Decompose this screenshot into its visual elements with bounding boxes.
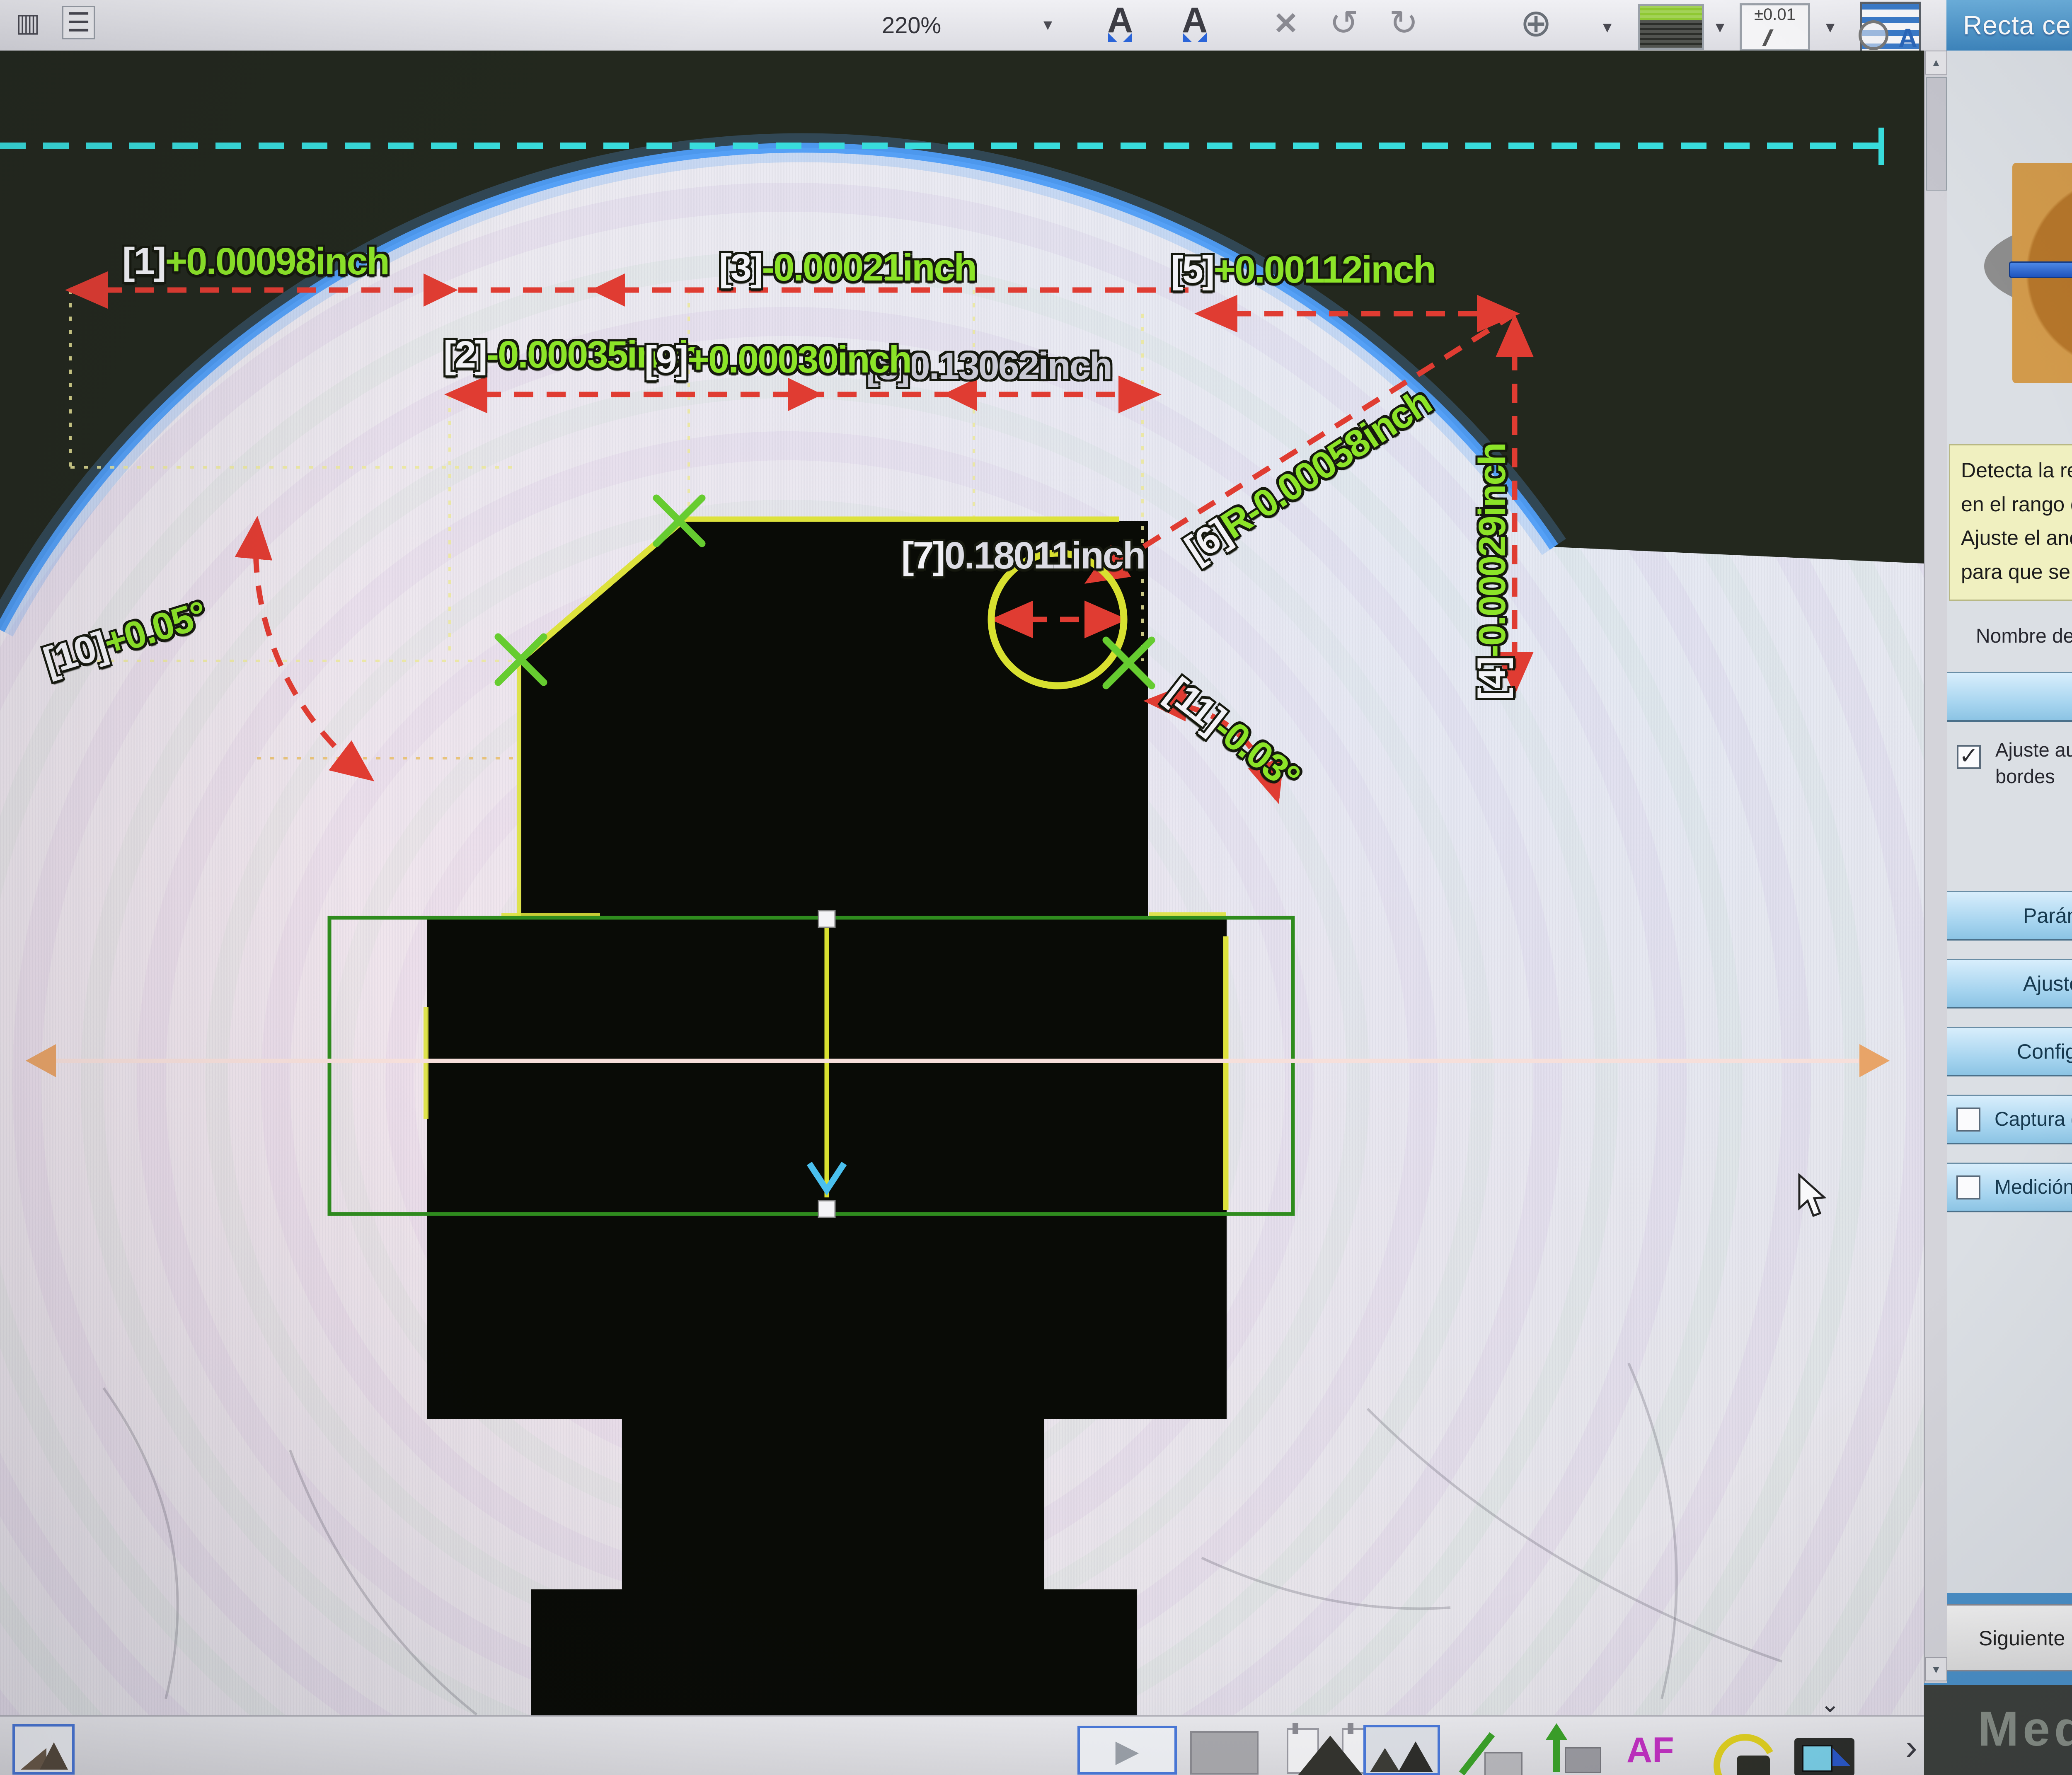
element-name-label: Nombre de elemento (1976, 625, 2072, 648)
description-line: Detecta la recta central del ob (1961, 454, 2072, 488)
description-box: Detecta la recta central del ob en el ra… (1949, 444, 2072, 601)
circle-tool-icon[interactable]: ⊕ (1520, 1, 1552, 45)
section-advanced-config[interactable]: Configuración avanzada de la (1946, 1027, 2072, 1076)
tolerance-dropdown-icon[interactable]: ▾ (1826, 17, 1835, 37)
measurement-label-5[interactable]: [5]+0.00112inch (1171, 251, 1435, 289)
font-increase-icon[interactable]: A (1182, 2, 1208, 38)
manual-measure-row[interactable]: Medición manual (1946, 1163, 2072, 1212)
zoom-dropdown-icon[interactable]: ▾ (1043, 14, 1052, 34)
auto-adjust-checkbox[interactable]: ✓ (1957, 745, 1981, 769)
measurement-label-1[interactable]: [1]+0.00098inch (122, 242, 389, 281)
mouse-cursor (1798, 1173, 1831, 1219)
measurement-label-3[interactable]: [3]-0.00021inch (719, 249, 976, 287)
measurement-label-4[interactable]: [4]-0.00029inch (1473, 443, 1511, 700)
list-icon[interactable]: ☰ (62, 6, 95, 39)
report-lens-icon (1859, 20, 1888, 50)
scroll-chevron-down-icon[interactable]: ⌄ (1820, 1690, 1840, 1718)
play-button[interactable]: ▶ (1077, 1726, 1177, 1775)
scrollbar-thumb[interactable] (1926, 77, 1947, 191)
lens-curve-icon[interactable] (1714, 1734, 1776, 1775)
redo-icon[interactable]: ↻ (1389, 2, 1418, 43)
edge-draw-icon[interactable] (1470, 1727, 1520, 1774)
report-icon[interactable]: A (1860, 2, 1921, 53)
font-decrease-icon[interactable]: A (1107, 2, 1133, 38)
description-line: Ajuste el ancho del rango de (1961, 521, 2072, 555)
image-view-icon[interactable] (1363, 1725, 1440, 1775)
expand-right-icon[interactable]: › (1905, 1727, 1917, 1768)
undo-icon[interactable]: ↺ (1329, 2, 1358, 43)
focus-capture-checkbox[interactable] (1956, 1108, 1980, 1132)
auto-adjust-label-line1: Ajuste automático de parámetro (1995, 738, 2072, 761)
description-line: en el rango de detección de b (1961, 488, 2072, 522)
camera-icon[interactable] (1794, 1738, 1854, 1775)
top-toolbar: ▥ ☰ 220% ▾ A A ✕ ↺ ↻ ⊕ ▾ ▾ ±0.01 ▾ A (0, 0, 1946, 52)
scroll-down-button[interactable]: ▼ (1925, 1657, 1947, 1681)
tolerance-icon[interactable]: ±0.01 (1740, 3, 1810, 51)
autofocus-icon[interactable]: AF (1627, 1730, 1674, 1771)
scroll-up-button[interactable]: ▲ (1925, 51, 1947, 75)
measurement-label-9[interactable]: [9]+0.00030inch (644, 341, 911, 379)
swatch-dropdown-icon[interactable]: ▾ (1716, 17, 1724, 37)
section-extraction-params[interactable]: Parámetros de extracción de (1946, 891, 2072, 941)
vertical-scrollbar[interactable]: ▲ ▼ (1924, 51, 1947, 1683)
focus-capture-row[interactable]: Captura de enfoque automát (1946, 1095, 2072, 1144)
measure-up-icon[interactable] (1542, 1723, 1596, 1775)
measurement-label-7[interactable]: [7]0.18011inch (901, 537, 1145, 575)
viewport-overlay (0, 51, 1924, 1715)
stop-button[interactable] (1190, 1731, 1259, 1775)
panel-title: Recta central (1946, 0, 2072, 51)
description-line: para que se incluyan ambos b (1961, 555, 2072, 589)
image-thumb-icon[interactable] (12, 1724, 75, 1775)
next-button[interactable]: Siguiente (1930, 1604, 2072, 1671)
manual-measure-checkbox[interactable] (1956, 1175, 1980, 1199)
measure-mode-label[interactable]: Medir (1978, 1701, 2072, 1757)
stage-illustration-centerline (2009, 261, 2072, 278)
film-icon[interactable]: ▥ (16, 7, 40, 38)
delete-icon[interactable]: ✕ (1273, 6, 1299, 41)
zoom-level[interactable]: 220% (882, 12, 941, 39)
measure-mode-area: Medir R (1924, 1685, 2072, 1775)
auto-adjust-label-line2: bordes (1995, 765, 2055, 788)
bottom-toolbar: ▶ AF (0, 1715, 1924, 1775)
fit-function-header[interactable]: Función de ajuste (1946, 672, 2072, 722)
mountain-icon (1297, 1736, 1363, 1775)
circle-tool-dropdown-icon[interactable]: ▾ (1603, 17, 1612, 37)
section-position-range[interactable]: Ajuste de la posición/rango p (1946, 959, 2072, 1008)
edge-swatch-icon[interactable] (1638, 4, 1704, 50)
